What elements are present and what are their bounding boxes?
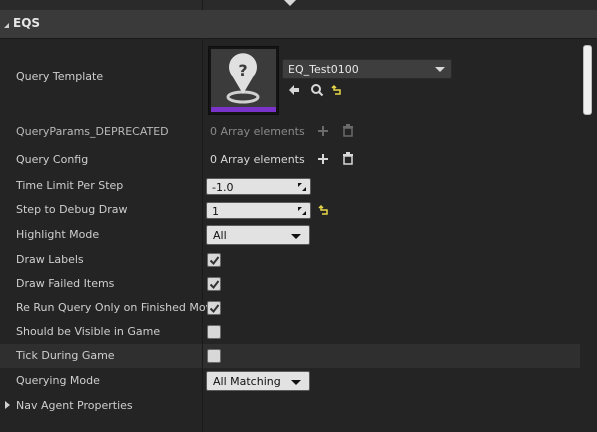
visible-in-game-checkbox[interactable] [207,325,221,339]
query-config-value: 0 Array elements [210,153,305,166]
plus-icon[interactable] [317,153,329,165]
asset-name: EQ_Test0100 [288,63,359,76]
collapsed-triangle-icon[interactable] [5,401,10,409]
query-template-thumbnail[interactable]: ? [208,46,279,115]
resize-arrows-icon [298,183,306,191]
step-debug-field[interactable]: 1 [206,202,311,219]
query-template-label: Query Template [16,70,104,83]
highlight-mode-value: All [213,229,227,242]
tick-during-game-checkbox[interactable] [207,349,221,363]
category-header-eqs[interactable]: EQS [0,10,597,39]
time-limit-field[interactable]: -1.0 [206,178,311,195]
query-template-asset-picker[interactable]: EQ_Test0100 [282,59,452,79]
querying-mode-label: Querying Mode [16,374,100,387]
reset-to-default-icon[interactable] [331,84,343,96]
query-params-label: QueryParams_DEPRECATED [16,125,169,138]
highlight-mode-label: Highlight Mode [16,228,100,241]
column-divider [202,0,203,10]
nav-agent-label: Nav Agent Properties [16,399,133,412]
asset-type-color-bar [211,107,276,112]
draw-labels-label: Draw Labels [16,253,84,266]
vertical-scrollbar[interactable] [583,45,592,115]
top-strip [0,0,597,10]
visible-in-game-label: Should be Visible in Game [16,325,161,338]
trash-icon[interactable] [342,152,354,165]
draw-failed-checkbox[interactable] [207,277,221,291]
querying-mode-value: All Matching [213,375,281,388]
time-limit-label: Time Limit Per Step [16,179,124,192]
step-debug-label: Step to Debug Draw [16,203,128,216]
rerun-query-checkbox[interactable] [207,301,221,315]
checkmark-icon [209,256,220,266]
chevron-down-icon [435,67,445,72]
resize-arrows-icon [298,207,306,215]
draw-labels-checkbox[interactable] [207,253,221,267]
arrow-left-icon[interactable] [287,83,301,97]
chevron-down-icon [291,234,301,239]
plus-icon[interactable] [317,125,329,137]
expanded-triangle-icon[interactable] [4,23,9,28]
reset-to-default-icon[interactable] [318,204,330,216]
time-limit-value: -1.0 [212,181,234,194]
query-config-label: Query Config [16,153,89,166]
name-value-separator[interactable] [202,39,203,432]
svg-text:?: ? [238,61,247,80]
query-placeholder-icon: ? [226,53,260,104]
query-params-value: 0 Array elements [210,125,305,138]
rerun-query-label: Re Run Query Only on Finished Move [16,301,219,314]
chevron-down-icon [291,380,301,385]
checkmark-icon [209,280,220,290]
highlight-mode-dropdown[interactable]: All [206,225,310,245]
tick-during-game-label: Tick During Game [16,349,115,362]
querying-mode-dropdown[interactable]: All Matching [206,371,310,391]
category-title: EQS [13,16,41,30]
checkmark-icon [209,304,220,314]
search-icon[interactable] [310,83,324,97]
step-debug-value: 1 [212,205,219,218]
collapse-arrow-icon[interactable] [284,0,296,6]
trash-icon[interactable] [342,124,354,137]
draw-failed-label: Draw Failed Items [16,277,115,290]
